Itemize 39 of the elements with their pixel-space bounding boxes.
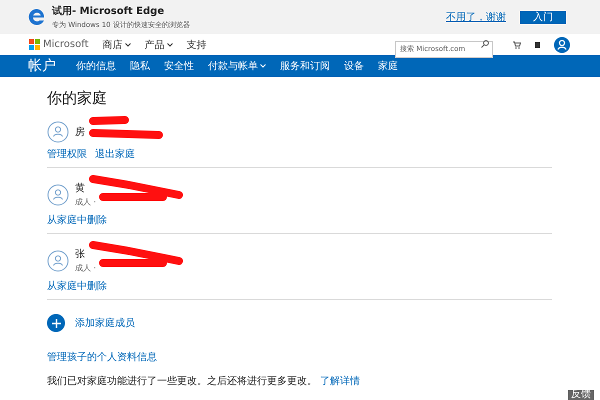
account-nav-link[interactable]: 设备 [344,59,364,73]
account-nav-link[interactable]: 家庭 [378,59,398,73]
person-icon [47,250,69,272]
brand-name: Microsoft [43,39,89,50]
browser-logo-icon [28,8,46,26]
member-role: 成人 · [75,197,96,208]
promo-title: 试用- Microsoft Edge [52,4,166,18]
account-nav-link[interactable]: 你的信息 [76,59,116,73]
get-started-button[interactable]: 入门 [520,10,566,24]
member-name: 张 [75,248,86,261]
member-name: 房 [75,126,85,139]
account-nav-link[interactable]: 安全性 [164,59,194,73]
notice-text: 我们已对家庭功能进行了一些更改。之后还将进行更多更改。 了解详情 [47,374,362,388]
person-icon [47,184,69,206]
avatar-icon[interactable] [554,36,570,52]
add-member-button[interactable] [47,314,65,332]
account-nav-link[interactable]: 付款与帐单 [208,59,266,73]
windows-logo-icon [29,39,40,50]
search-icon [481,40,489,48]
nav-link[interactable]: 产品 [144,38,173,52]
add-member-link[interactable]: 添加家庭成员 [75,316,135,330]
cart-icon[interactable] [513,40,521,48]
dismiss-link[interactable]: 不用了，谢谢 [446,10,506,24]
manage-child-link[interactable]: 管理孩子的个人资料信息 [47,350,552,364]
member-action-link[interactable]: 从家庭中删除 [47,213,107,227]
nav-link[interactable]: 支持 [186,38,207,52]
member-action-link[interactable]: 退出家庭 [95,147,135,161]
member-role: 成人 · [75,263,96,274]
account-title: 帐户 [28,57,56,75]
member-action-link[interactable]: 管理权限 [47,147,87,161]
plus-icon [52,318,60,328]
page-title: 你的家庭 [47,89,108,108]
learn-more-link[interactable]: 了解详情 [320,376,360,387]
member-name: 黄 [75,182,86,195]
member-action-link[interactable]: 从家庭中删除 [47,279,107,293]
account-nav-link[interactable]: 服务和订阅 [280,59,330,73]
account-nav-link[interactable]: 隐私 [130,59,150,73]
person-icon [47,121,69,143]
nav-link[interactable]: 商店 [102,38,131,52]
